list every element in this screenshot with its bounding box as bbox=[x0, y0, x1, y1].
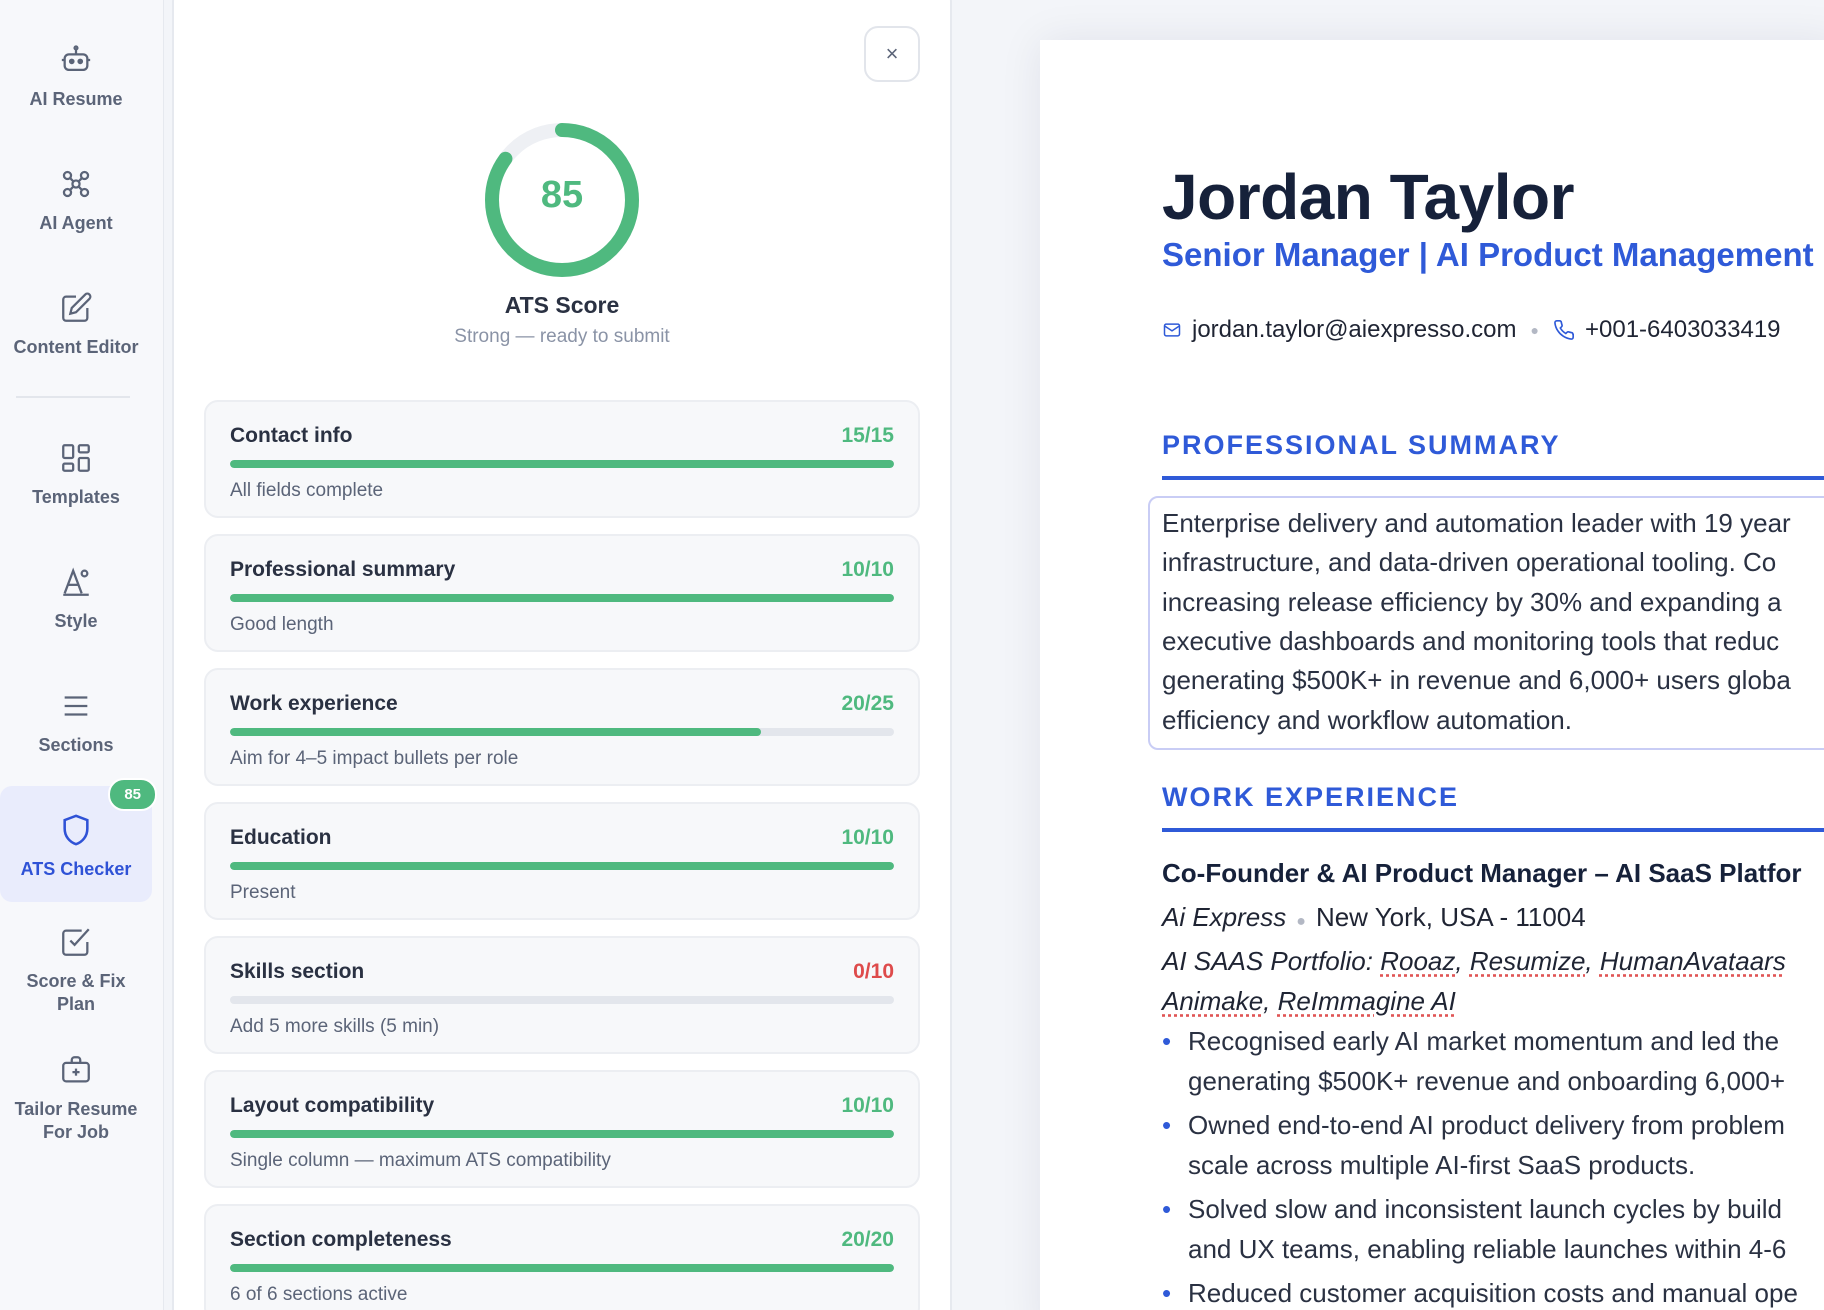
sidebar: AI Resume AI Agent Content Editor Templa… bbox=[0, 0, 164, 1310]
check-square-icon bbox=[56, 922, 96, 962]
templates-icon bbox=[56, 438, 96, 478]
job-company[interactable]: Ai Express bbox=[1162, 902, 1286, 932]
summary-line: efficiency and workflow automation. bbox=[1162, 705, 1572, 735]
sections-icon bbox=[56, 686, 96, 726]
summary-line: increasing release efficiency by 30% and… bbox=[1162, 587, 1782, 617]
mail-icon bbox=[1163, 323, 1181, 337]
sidebar-item-tailor-resume[interactable]: Tailor Resume For Job bbox=[0, 1050, 152, 1144]
check-card-layout-compatibility: Layout compatibility 10/10 Single column… bbox=[204, 1070, 920, 1188]
agent-icon bbox=[56, 164, 96, 204]
close-button[interactable]: × bbox=[864, 26, 920, 82]
summary-line: infrastructure, and data-driven operatio… bbox=[1162, 547, 1777, 577]
summary-heading: PROFESSIONAL SUMMARY bbox=[1162, 430, 1561, 460]
summary-line: Enterprise delivery and automation leade… bbox=[1162, 508, 1791, 538]
style-icon bbox=[56, 562, 96, 602]
resume-contact: jordan.taylor@aiexpresso.com ● +001-6403… bbox=[1162, 316, 1781, 344]
job-bullet[interactable]: • Owned end-to-end AI product delivery fr… bbox=[1162, 1110, 1785, 1141]
experience-heading: WORK EXPERIENCE bbox=[1162, 782, 1460, 812]
progress-bar bbox=[230, 996, 894, 1004]
sidebar-item-ai-agent[interactable]: AI Agent bbox=[0, 164, 152, 235]
robot-icon bbox=[56, 40, 96, 80]
experience-rule bbox=[1162, 828, 1824, 832]
job-bullet[interactable]: • Reduced customer acquisition costs and … bbox=[1162, 1278, 1798, 1309]
sidebar-item-ats-checker[interactable]: 85 ATS Checker bbox=[0, 778, 157, 902]
job-portfolio-line: Animake, ReImmagine AI bbox=[1162, 986, 1456, 1016]
progress-bar bbox=[230, 862, 894, 870]
check-card-contact-info: Contact info 15/15 All fields complete bbox=[204, 400, 920, 518]
job-bullet[interactable]: • Recognised early AI market momentum and… bbox=[1162, 1026, 1779, 1057]
check-card-professional-summary: Professional summary 10/10 Good length bbox=[204, 534, 920, 652]
resume-phone[interactable]: +001-6403033419 bbox=[1585, 316, 1781, 344]
check-card-section-completeness: Section completeness 20/20 6 of 6 sectio… bbox=[204, 1204, 920, 1310]
ats-score-subtitle: Strong — ready to submit bbox=[454, 326, 670, 347]
edit-icon bbox=[56, 288, 96, 328]
job-bullet[interactable]: • Solved slow and inconsistent launch cyc… bbox=[1162, 1194, 1782, 1225]
resume-job-title[interactable]: Senior Manager | AI Product Management bbox=[1162, 236, 1814, 274]
job-bullet-continuation: generating $500K+ revenue and onboarding… bbox=[1188, 1066, 1786, 1096]
summary-rule bbox=[1162, 476, 1824, 480]
summary-line: generating $500K+ in revenue and 6,000+ … bbox=[1162, 665, 1791, 695]
summary-line: executive dashboards and monitoring tool… bbox=[1162, 626, 1780, 656]
sidebar-divider bbox=[16, 396, 130, 398]
check-card-education: Education 10/10 Present bbox=[204, 802, 920, 920]
progress-bar bbox=[230, 594, 894, 602]
job-meta: Ai Express ● New York, USA - 11004 bbox=[1162, 902, 1586, 933]
separator-dot: ● bbox=[1296, 913, 1306, 930]
sidebar-item-sections[interactable]: Sections bbox=[0, 686, 152, 757]
job-title[interactable]: Co-Founder & AI Product Manager – AI Saa… bbox=[1162, 858, 1802, 889]
close-icon: × bbox=[885, 41, 899, 66]
resume-name[interactable]: Jordan Taylor bbox=[1162, 160, 1574, 234]
briefcase-icon bbox=[56, 1050, 96, 1090]
job-bullet-continuation: and UX teams, enabling reliable launches… bbox=[1188, 1234, 1787, 1264]
progress-bar bbox=[230, 728, 894, 736]
progress-bar bbox=[230, 460, 894, 468]
progress-bar bbox=[230, 1130, 894, 1138]
check-card-skills-section: Skills section 0/10 Add 5 more skills (5… bbox=[204, 936, 920, 1054]
resume-email[interactable]: jordan.taylor@aiexpresso.com bbox=[1192, 316, 1517, 344]
shield-icon bbox=[56, 810, 96, 850]
ats-score-badge: 85 bbox=[108, 778, 157, 811]
separator-dot: ● bbox=[1530, 322, 1539, 338]
ats-score-title: ATS Score bbox=[504, 292, 620, 318]
sidebar-item-style[interactable]: Style bbox=[0, 562, 152, 633]
sidebar-item-ai-resume[interactable]: AI Resume bbox=[0, 40, 152, 111]
sidebar-item-templates[interactable]: Templates bbox=[0, 438, 152, 509]
sidebar-item-score-fix-plan[interactable]: Score & Fix Plan bbox=[0, 922, 152, 1016]
sidebar-item-content-editor[interactable]: Content Editor bbox=[0, 288, 152, 359]
check-card-work-experience: Work experience 20/25 Aim for 4–5 impact… bbox=[204, 668, 920, 786]
job-bullet-continuation: scale across multiple AI-first SaaS prod… bbox=[1188, 1150, 1696, 1180]
phone-icon bbox=[1554, 320, 1574, 340]
progress-bar bbox=[230, 1264, 894, 1272]
job-portfolio-line: AI SAAS Portfolio: Rooaz, Resumize, Huma… bbox=[1162, 946, 1786, 976]
ats-score-value: 85 bbox=[540, 174, 584, 216]
job-location[interactable]: New York, USA - 11004 bbox=[1316, 902, 1586, 932]
